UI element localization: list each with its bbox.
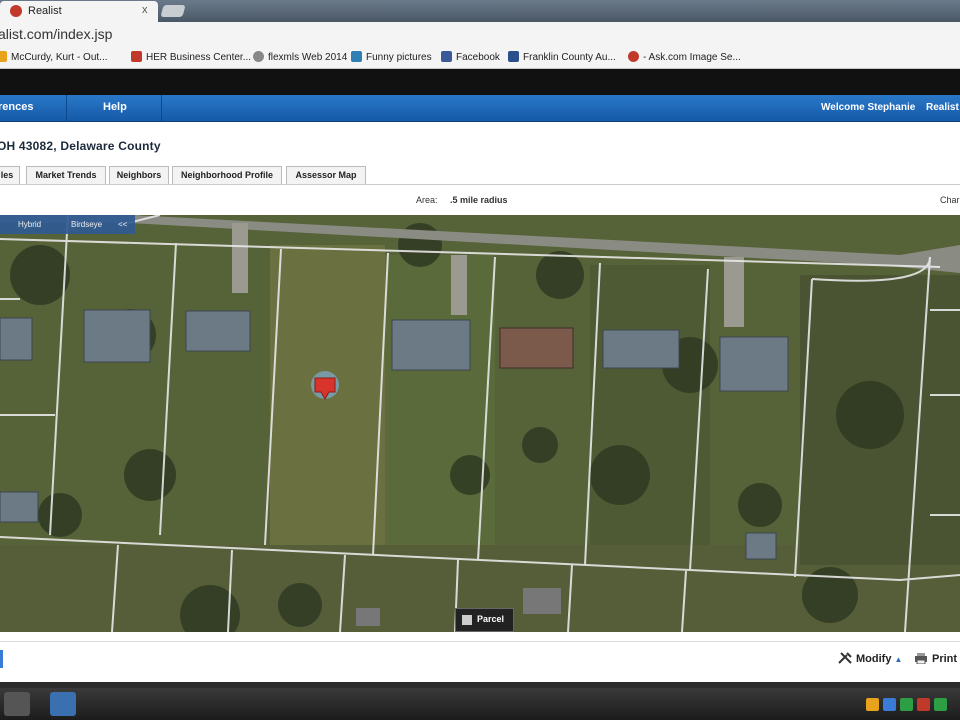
bookmarks-bar: McCurdy, Kurt - Out... HER Business Cent… [0,48,960,69]
map-footer: Modify ▲ Print [0,641,960,678]
tab-title: Realist [28,5,62,17]
outlook-icon [0,51,7,62]
birdseye-view-button[interactable]: Birdseye [71,220,102,229]
realist-favicon-icon [10,5,22,17]
tab-neighborhood-profile[interactable]: Neighborhood Profile [172,166,282,184]
browser-top-band [0,69,960,95]
chart-label[interactable]: Char [940,195,960,205]
parcel-toggle-button[interactable]: Parcel [455,608,514,632]
print-button[interactable]: Print [914,652,957,665]
checkbox-icon[interactable] [462,615,472,625]
print-label: Print [932,653,958,665]
bookmark-item[interactable]: McCurdy, Kurt - Out... [0,51,108,63]
bookmark-item[interactable]: Facebook [441,51,500,63]
bookmark-item[interactable]: flexmls Web 2014 [253,51,347,63]
tab-neighbors[interactable]: Neighbors [109,166,169,184]
aerial-map[interactable] [0,215,960,632]
tray-network-icon[interactable] [883,698,896,711]
browser-tab[interactable]: Realist x [0,1,158,22]
pictures-icon [351,51,362,62]
property-marker-icon [311,371,339,401]
caret-up-icon: ▲ [894,655,903,664]
ask-icon [628,51,639,62]
modify-label: Modify [856,653,892,665]
area-value[interactable]: .5 mile radius [450,195,508,205]
url-text[interactable]: alist.com/index.jsp [0,26,112,42]
dropbox-icon[interactable] [50,692,76,716]
area-label: Area: [416,195,438,205]
nav-item-help[interactable]: Help [103,101,127,113]
tray-chrome-icon[interactable] [917,698,930,711]
area-row: Area: .5 mile radius Char [0,192,960,208]
address-bar[interactable]: alist.com/index.jsp [0,22,960,49]
printer-icon [914,652,928,665]
taskbar [0,688,960,720]
tab-divider [0,184,960,185]
nav-divider [66,95,67,121]
explorer-icon[interactable] [4,692,30,716]
collapse-toolbar-button[interactable]: << [118,220,127,229]
welcome-text: Welcome Stephanie [821,102,916,113]
bookmark-item[interactable]: Funny pictures [351,51,432,63]
tab-market-trends[interactable]: Market Trends [26,166,106,184]
bookmark-item[interactable]: - Ask.com Image Se... [628,51,741,63]
aerial-imagery [0,215,960,632]
bookmark-item[interactable]: Franklin County Au... [508,51,616,63]
modify-button[interactable]: Modify ▲ [838,652,902,665]
her-icon [131,51,142,62]
tray-security-icon[interactable] [934,698,947,711]
bookmark-item[interactable]: HER Business Center... [131,51,251,63]
tools-icon [838,652,852,664]
tab-comparables[interactable]: les [0,166,20,184]
page-title: OH 43082, Delaware County [0,139,161,153]
app-nav-bar: rences Help Welcome Stephanie Realist [0,95,960,122]
nav-item-realist[interactable]: Realist [926,102,959,113]
left-edge-tab[interactable] [0,650,3,668]
browser-tabstrip: Realist x [0,0,960,22]
tab-assessor-map[interactable]: Assessor Map [286,166,366,184]
close-icon[interactable]: x [142,4,148,16]
nav-item-preferences[interactable]: rences [0,101,33,113]
new-tab-button[interactable] [160,5,186,17]
nav-divider [161,95,162,121]
tray-sync-icon[interactable] [900,698,913,711]
tray-app-icon[interactable] [866,698,879,711]
parcel-label: Parcel [477,614,505,624]
hybrid-view-button[interactable]: Hybrid [18,220,41,229]
facebook-icon [441,51,452,62]
map-toolbar: Hybrid Birdseye << [0,215,135,234]
flexmls-icon [253,51,264,62]
franklin-icon [508,51,519,62]
